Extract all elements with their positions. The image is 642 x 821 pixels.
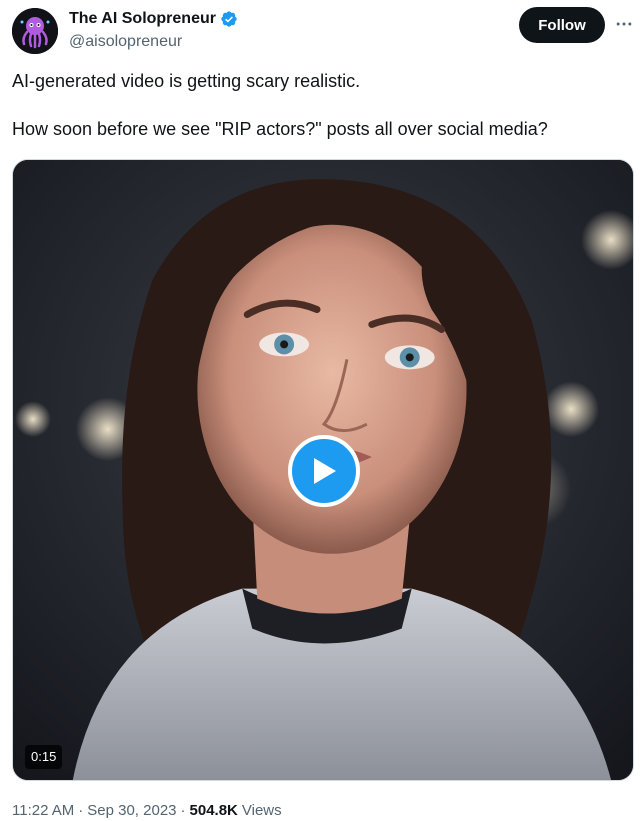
tweet-text-line-1: AI-generated video is getting scary real… (12, 71, 361, 91)
tweet-text: AI-generated video is getting scary real… (12, 69, 632, 141)
tweet-date[interactable]: Sep 30, 2023 (87, 802, 176, 819)
follow-button[interactable]: Follow (519, 7, 605, 43)
tweet-meta: 11:22 AM · Sep 30, 2023 · 504.8K Views (12, 802, 282, 819)
meta-separator: · (78, 802, 84, 819)
tweet-text-line-2: How soon before we see "RIP actors?" pos… (12, 119, 548, 139)
meta-separator: · (180, 802, 186, 819)
play-icon (314, 458, 336, 484)
more-options-button[interactable] (612, 12, 636, 36)
more-horizontal-icon (616, 22, 632, 26)
views-count: 504.8K (189, 802, 238, 819)
author-avatar[interactable] (12, 8, 58, 54)
verified-badge-icon (221, 11, 237, 27)
views-label: Views (241, 802, 282, 819)
tweet-time[interactable]: 11:22 AM (12, 802, 74, 819)
video-player[interactable]: 0:15 (12, 159, 634, 781)
play-button[interactable] (288, 435, 360, 507)
author-info: The AI Solopreneur @aisolopreneur (69, 9, 238, 51)
author-display-name[interactable]: The AI Solopreneur (69, 10, 216, 28)
author-name-row: The AI Solopreneur (69, 9, 238, 29)
author-handle[interactable]: @aisolopreneur (69, 33, 238, 51)
video-duration-badge: 0:15 (25, 745, 63, 769)
tweet-card: The AI Solopreneur @aisolopreneur Follow… (0, 0, 642, 821)
octopus-logo-icon (12, 8, 58, 54)
